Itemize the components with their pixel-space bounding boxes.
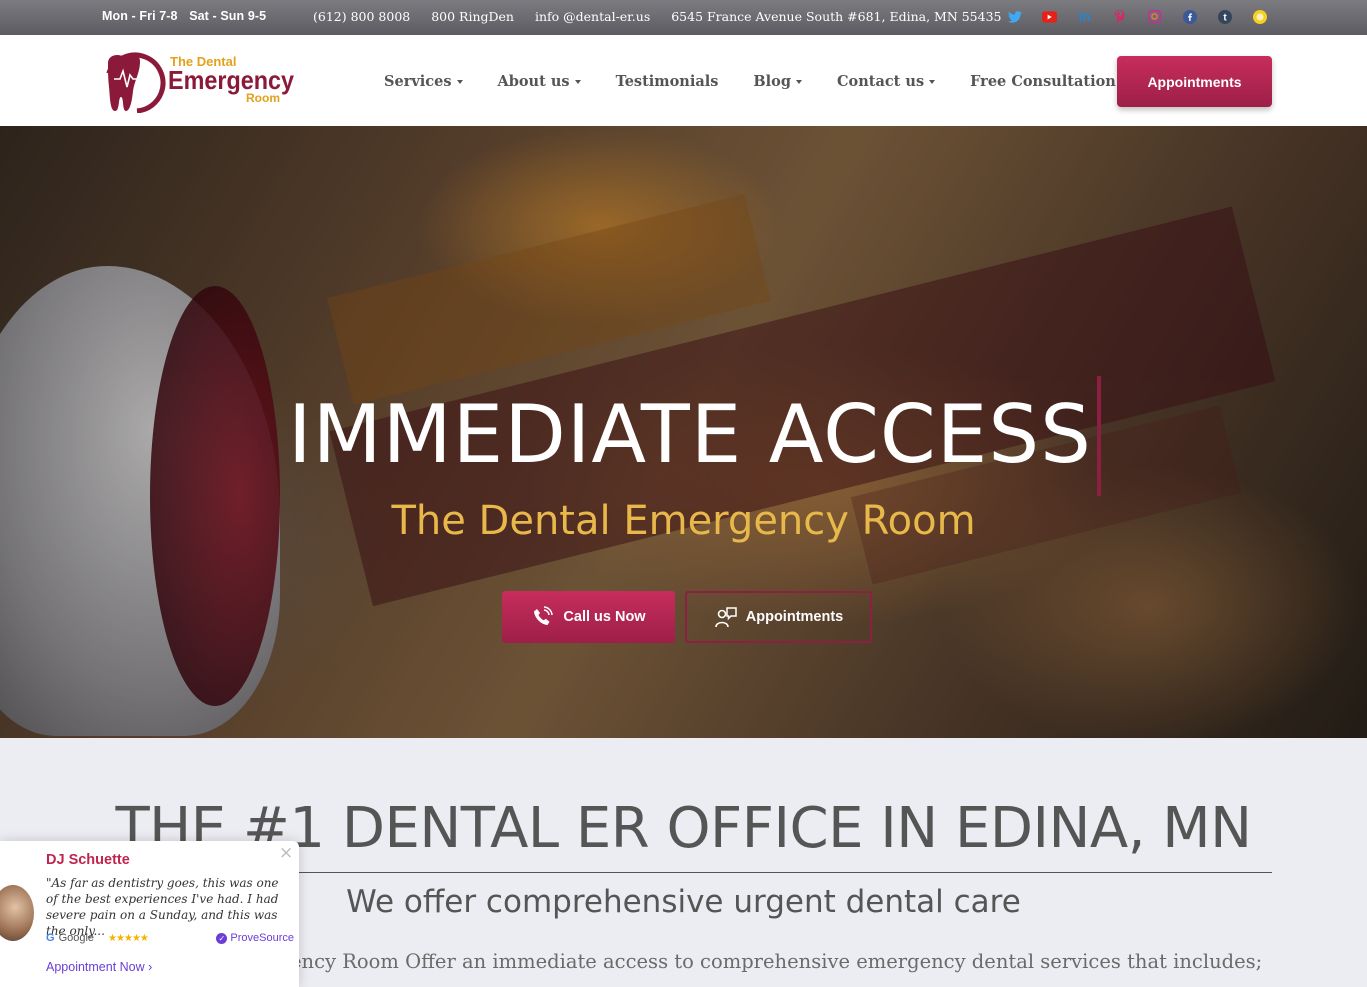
appointment-now-label: Appointment Now — [46, 960, 145, 974]
linkedin-icon[interactable]: in — [1077, 9, 1092, 24]
nav-item-label: About us — [497, 73, 570, 90]
hero-appointments-button[interactable]: Appointments — [685, 591, 872, 643]
google-icon: G — [46, 932, 55, 944]
nav-item-services[interactable]: Services — [384, 73, 463, 90]
pinterest-icon[interactable] — [1112, 9, 1127, 24]
verified-check-icon: ✓ — [216, 932, 228, 944]
review-source: Google — [58, 932, 95, 944]
hero-banner: ​ IMMEDIATE ACCESS The Dental Emergency … — [0, 126, 1367, 738]
appointments-button[interactable]: Appointments — [1117, 56, 1272, 107]
tumblr-icon[interactable]: t — [1217, 9, 1232, 24]
social-links: in t — [1007, 9, 1267, 24]
facebook-icon[interactable] — [1182, 9, 1197, 24]
star-rating-icon: ★★★★★ — [108, 932, 149, 944]
phone-icon — [534, 606, 554, 625]
nav-item-free-consultation[interactable]: Free Consultation — [970, 73, 1116, 90]
address-link[interactable]: 6545 France Avenue South #681, Edina, MN… — [671, 9, 1001, 24]
nav-item-label: Contact us — [837, 73, 925, 90]
section-divider — [157, 872, 1272, 873]
chevron-right-icon: › — [148, 960, 153, 974]
reviewer-avatar — [0, 885, 34, 941]
call-us-now-button[interactable]: Call us Now — [502, 591, 675, 643]
review-meta: G Google ★★★★★ ✓ ProveSource — [46, 932, 294, 944]
appointment-icon — [714, 607, 737, 628]
youtube-icon[interactable] — [1042, 9, 1057, 24]
business-hours: Mon - Fri 7-8 Sat - Sun 9-5 — [102, 9, 274, 23]
call-us-now-label: Call us Now — [563, 609, 646, 625]
reviewer-name: DJ Schuette — [46, 852, 130, 868]
section-body-text: ency Room Offer an immediate access to c… — [290, 950, 1263, 973]
caret-down-icon — [796, 79, 802, 84]
yelp-icon[interactable] — [1252, 9, 1267, 24]
nav-item-contact[interactable]: Contact us — [837, 73, 936, 90]
nav-item-testimonials[interactable]: Testimonials — [616, 73, 719, 90]
nav-item-label: Blog — [753, 73, 791, 90]
provesource-label: ProveSource — [230, 932, 294, 944]
email-link[interactable]: info @dental-er.us — [535, 9, 650, 24]
nav-item-label: Testimonials — [615, 73, 719, 90]
review-notification[interactable]: DJ Schuette × "As far as dentistry goes,… — [0, 841, 299, 987]
phone-link[interactable]: (612) 800 8008 — [313, 9, 410, 24]
main-navigation: The Dental Emergency Room Services About… — [0, 35, 1367, 126]
hero-appointments-label: Appointments — [745, 609, 844, 625]
close-icon[interactable]: × — [279, 843, 293, 863]
hero-title: IMMEDIATE ACCESS — [288, 388, 1092, 481]
instagram-icon[interactable] — [1147, 9, 1162, 24]
caret-down-icon — [574, 79, 581, 84]
appointment-now-link[interactable]: Appointment Now › — [46, 960, 152, 974]
svg-text:Room: Room — [246, 91, 280, 105]
site-logo[interactable]: The Dental Emergency Room — [102, 51, 297, 114]
top-bar: Mon - Fri 7-8 Sat - Sun 9-5 (612) 800 80… — [0, 0, 1367, 35]
caret-down-icon — [456, 79, 463, 84]
nav-item-blog[interactable]: Blog — [753, 73, 802, 90]
nav-item-label: Services — [384, 73, 452, 90]
contact-info: (612) 800 8008 800 RingDen info @dental-… — [313, 9, 1019, 24]
twitter-icon[interactable] — [1007, 9, 1022, 24]
hours-weekend: Sat - Sun 9-5 — [189, 9, 267, 23]
hero-subtitle: The Dental Emergency Room — [391, 498, 976, 544]
nav-item-label: Free Consultation — [970, 73, 1116, 90]
nav-item-about[interactable]: About us — [498, 73, 581, 90]
nav-menu: Services About us Testimonials Blog Cont… — [384, 73, 1151, 90]
review-quote: "As far as dentistry goes, this was one … — [46, 876, 279, 938]
phone-alt-link[interactable]: 800 RingDen — [431, 9, 514, 24]
caret-down-icon — [929, 79, 936, 84]
provesource-badge[interactable]: ✓ ProveSource — [216, 932, 294, 944]
typing-cursor — [1097, 376, 1101, 496]
hours-weekday: Mon - Fri 7-8 — [102, 9, 178, 23]
